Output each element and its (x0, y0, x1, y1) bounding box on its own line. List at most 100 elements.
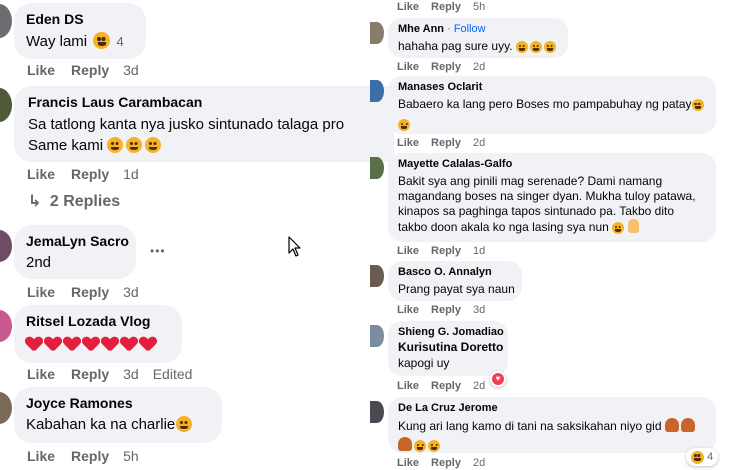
comment-bubble: Basco O. Annalyn Prang payat sya naun (388, 261, 522, 301)
mouse-cursor-icon (288, 236, 301, 257)
comment-timestamp[interactable]: 3d (473, 304, 485, 316)
hearts-row (26, 337, 170, 351)
comment-text: hahaha pag sure uyy. (398, 39, 558, 53)
avatar[interactable] (370, 265, 384, 287)
comment-bubble: Mayette Calalas-Galfo Bakit sya ang pini… (388, 153, 716, 242)
like-button[interactable]: Like (397, 380, 419, 392)
comment-author[interactable]: Shieng G. Jomadiao (398, 326, 504, 338)
avatar[interactable] (0, 230, 12, 262)
avatar[interactable] (0, 4, 12, 38)
comment-timestamp[interactable]: 2d (473, 61, 485, 73)
like-button[interactable]: Like (27, 166, 55, 182)
person-emoji-icon (664, 418, 679, 432)
avatar[interactable] (370, 157, 384, 179)
reply-arrow-icon: ↳ (28, 193, 42, 210)
reply-button[interactable]: Reply (71, 284, 109, 300)
laughing-emoji-icon (107, 137, 124, 153)
comment-timestamp[interactable]: 1d (123, 166, 139, 182)
laughing-emoji-icon (145, 137, 162, 153)
like-button[interactable]: Like (397, 304, 419, 316)
comment-timestamp[interactable]: 5h (473, 1, 485, 13)
more-options-button[interactable]: ••• (150, 244, 166, 258)
like-button[interactable]: Like (27, 366, 55, 382)
comment-actions: Like Reply 3d (27, 284, 139, 300)
like-button[interactable]: Like (27, 284, 55, 300)
comment-actions: Like Reply 3d (27, 62, 139, 78)
comment-timestamp[interactable]: 3d (123, 62, 139, 78)
reply-button[interactable]: Reply (431, 380, 461, 392)
like-button[interactable]: Like (397, 457, 419, 469)
comment-author[interactable]: JemaLyn Sacro (26, 233, 129, 249)
comment-text: kapogi uy (398, 356, 450, 370)
avatar[interactable] (370, 401, 384, 423)
laughing-emoji-icon (428, 440, 440, 452)
comment-author[interactable]: Francis Laus Carambacan (28, 94, 380, 110)
like-button[interactable]: Like (397, 61, 419, 73)
reply-button[interactable]: Reply (71, 166, 109, 182)
smiling-emoji-icon (543, 41, 556, 53)
comment-actions: Like Reply 5h (397, 1, 485, 13)
comment-bubble: Ritsel Lozada Vlog (14, 305, 182, 363)
comment-author[interactable]: Mhe Ann (398, 23, 444, 35)
reply-button[interactable]: Reply (431, 61, 461, 73)
comment-timestamp[interactable]: 1d (473, 245, 485, 257)
heart-reaction-icon[interactable]: ♥ (490, 371, 506, 387)
red-heart-icon (45, 337, 61, 351)
comment-bubble: Joyce Ramones Kabahan ka na charlie (14, 387, 222, 443)
reaction-count[interactable]: 4 (116, 34, 123, 49)
avatar[interactable] (370, 325, 384, 347)
red-heart-icon (83, 337, 99, 351)
red-heart-icon (64, 337, 80, 351)
comment-author[interactable]: Manases Oclarit (398, 81, 706, 93)
laughing-emoji-icon (691, 450, 704, 464)
comment-timestamp[interactable]: 2d (473, 380, 485, 392)
comment-text-content: hahaha pag sure uyy. (398, 39, 513, 53)
avatar[interactable] (370, 80, 384, 102)
comment-text-content: Same kami (28, 137, 104, 154)
comment-author[interactable]: Joyce Ramones (26, 395, 210, 411)
reply-button[interactable]: Reply (431, 1, 461, 13)
comment-timestamp[interactable]: 3d (123, 284, 139, 300)
like-button[interactable]: Like (27, 448, 55, 464)
comment-author[interactable]: Mayette Calalas-Galfo (398, 158, 706, 170)
comment-timestamp[interactable]: 2d (473, 137, 485, 149)
comment-text: Same kami (28, 137, 380, 154)
avatar[interactable] (370, 22, 384, 44)
comment-author[interactable]: Basco O. Annalyn (398, 266, 512, 278)
comment-actions: Like Reply 1d (27, 166, 139, 182)
avatar[interactable] (0, 310, 12, 342)
reply-button[interactable]: Reply (431, 304, 461, 316)
comment-author[interactable]: Eden DS (26, 11, 134, 27)
avatar[interactable] (0, 88, 12, 122)
comment-actions: Like Reply 1d (397, 245, 485, 257)
avatar[interactable] (0, 392, 12, 424)
comment-actions: Like Reply 2d (397, 457, 485, 469)
reply-button[interactable]: Reply (71, 62, 109, 78)
comment-bubble: JemaLyn Sacro 2nd (14, 225, 136, 279)
like-button[interactable]: Like (27, 62, 55, 78)
reply-button[interactable]: Reply (431, 137, 461, 149)
reply-button[interactable]: Reply (431, 245, 461, 257)
comment-text-content: Way lami (26, 33, 88, 50)
reply-button[interactable]: Reply (431, 457, 461, 469)
follow-button[interactable]: Follow (454, 23, 486, 35)
comment-text: 2nd (26, 254, 52, 271)
reply-button[interactable]: Reply (71, 448, 109, 464)
grinning-emoji-icon (176, 416, 193, 432)
comment-timestamp[interactable]: 2d (473, 457, 485, 469)
tagged-user[interactable]: Kurisutina Doretto (398, 340, 503, 354)
view-replies-button[interactable]: ↳ 2 Replies (28, 191, 120, 211)
comment-text: Sa tatlong kanta nya jusko sintunado tal… (28, 116, 345, 133)
comment-author[interactable]: De La Cruz Jerome (398, 402, 706, 414)
reaction-summary[interactable]: 4 (686, 448, 719, 466)
like-button[interactable]: Like (397, 1, 419, 13)
comment-timestamp[interactable]: 5h (123, 448, 139, 464)
comment-author[interactable]: Ritsel Lozada Vlog (26, 313, 170, 329)
like-button[interactable]: Like (397, 245, 419, 257)
comment-bubble: Mhe Ann · Follow hahaha pag sure uyy. (388, 18, 568, 58)
comment-timestamp[interactable]: 3d (123, 366, 139, 382)
laughing-emoji-icon (93, 32, 111, 49)
like-button[interactable]: Like (397, 137, 419, 149)
comment-actions: Like Reply 2d (397, 61, 485, 73)
reply-button[interactable]: Reply (71, 366, 109, 382)
